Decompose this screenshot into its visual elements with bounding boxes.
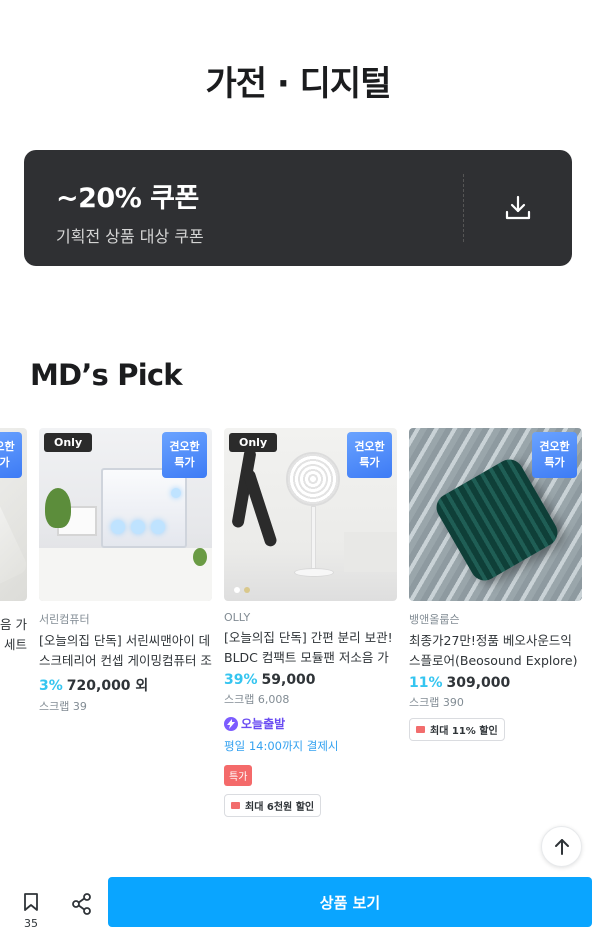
- section-title: MD’s Pick: [30, 358, 183, 392]
- discount-rate: 39%: [224, 672, 258, 688]
- discount-rate: 3%: [39, 678, 63, 694]
- max-discount-badge: 최대 11% 할인: [409, 718, 505, 741]
- arrow-up-icon: [554, 838, 569, 855]
- special-price-badge: 특가: [224, 765, 253, 786]
- scrap-count-label: 35: [24, 917, 38, 930]
- product-card[interactable]: 견오한 특가 뱅앤올룹슨 최종가27만!정품 베오사운드익스플로어(Beosoun…: [409, 428, 582, 741]
- product-price-row: 3% 720,000 외: [39, 675, 212, 695]
- discount-rate: 11%: [409, 675, 443, 691]
- product-carousel[interactable]: 견오한특가 [오늘의집 단독] 소형 저소음 가습기 세트 Only 견오한특가: [0, 428, 596, 818]
- product-price: 720,000 외: [66, 678, 149, 694]
- product-image: 견오한특가: [0, 428, 27, 601]
- product-card[interactable]: 견오한특가 [오늘의집 단독] 소형 저소음 가습기 세트: [0, 428, 27, 655]
- download-icon: [505, 195, 531, 220]
- coupon-description: 기획전 상품 대상 쿠폰: [56, 227, 204, 246]
- product-brand: 서린컴퓨터: [39, 613, 90, 626]
- deal-badge: 견오한특가: [347, 432, 392, 478]
- only-badge: Only: [229, 433, 278, 452]
- scrap-count: 스크랩 39: [39, 700, 87, 713]
- product-card[interactable]: Only 견오한 특가 서린컴퓨터 [오늘의집 단독] 서린씨맨아이 데스크테리어…: [39, 428, 212, 714]
- deal-badge: 견오한특가: [0, 432, 22, 478]
- coupon-tag-icon: [231, 802, 240, 809]
- product-name: [오늘의집 단독] 간편 분리 보관! BLDC 컴팩트 모듈팬 저소음 가정용…: [224, 630, 393, 665]
- image-indicator: [234, 587, 250, 593]
- max-discount-label: 최대 6천원 할인: [245, 802, 315, 813]
- deal-badge: 견오한특가: [532, 432, 577, 478]
- product-brand: OLLY: [224, 611, 251, 624]
- max-discount-label: 최대 11% 할인: [430, 726, 498, 737]
- coupon-info: ~20% 쿠폰 기획전 상품 대상 쿠폰: [24, 150, 464, 266]
- product-price-row: 11% 309,000: [409, 675, 582, 691]
- scrap-count: 스크랩 6,008: [224, 693, 290, 706]
- lightning-icon: [224, 716, 238, 731]
- deal-badge: 견오한특가: [162, 432, 207, 478]
- max-discount-badge: 최대 6천원 할인: [224, 794, 322, 817]
- product-price: 59,000: [261, 672, 316, 688]
- coupon-download-button[interactable]: [464, 150, 572, 266]
- product-card[interactable]: Only 견오한 특가 OLLY [오늘의집 단독] 간편 분리 보관! BLDC…: [224, 428, 397, 817]
- share-button[interactable]: [70, 892, 94, 916]
- product-name: [오늘의집 단독] 소형 저소음 가습기 세트: [0, 617, 27, 652]
- delivery-deadline: 평일 14:00까지 결제시: [224, 739, 339, 753]
- indicator-dot: [234, 587, 240, 593]
- product-price-row: 39% 59,000: [224, 672, 397, 688]
- coupon-amount: ~20% 쿠폰: [56, 183, 199, 214]
- product-brand: 뱅앤올룹슨: [409, 613, 460, 626]
- page-title: 가전 · 디지털: [205, 64, 392, 104]
- scroll-to-top-button[interactable]: [541, 826, 582, 867]
- product-name: [오늘의집 단독] 서린씨맨아이 데스크테리어 컨셉 게이밍컴퓨터 조립...: [39, 633, 212, 668]
- coupon-tag-icon: [416, 726, 425, 733]
- product-image: Only 견오한 특가: [224, 428, 397, 601]
- product-image: Only 견오한 특가: [39, 428, 212, 601]
- view-product-button[interactable]: 상품 보기: [108, 877, 592, 927]
- coupon-banner[interactable]: ~20% 쿠폰 기획전 상품 대상 쿠폰: [24, 150, 572, 266]
- product-price: 309,000: [446, 675, 511, 691]
- indicator-dot: [244, 587, 250, 593]
- product-image: 견오한특가: [409, 428, 582, 601]
- scrap-count: 스크랩 390: [409, 696, 464, 709]
- only-badge: Only: [44, 433, 93, 452]
- product-name: 최종가27만!정품 베오사운드익스플로어(Beosound Explore)방.…: [409, 633, 578, 668]
- bottom-action-bar: 35 상품 보기: [0, 876, 596, 936]
- scrap-button[interactable]: 35: [16, 892, 46, 932]
- share-icon: [72, 893, 91, 915]
- today-delivery-tag: 오늘출발: [224, 715, 397, 732]
- bookmark-icon: [24, 893, 38, 911]
- today-delivery-label: 오늘출발: [241, 717, 286, 731]
